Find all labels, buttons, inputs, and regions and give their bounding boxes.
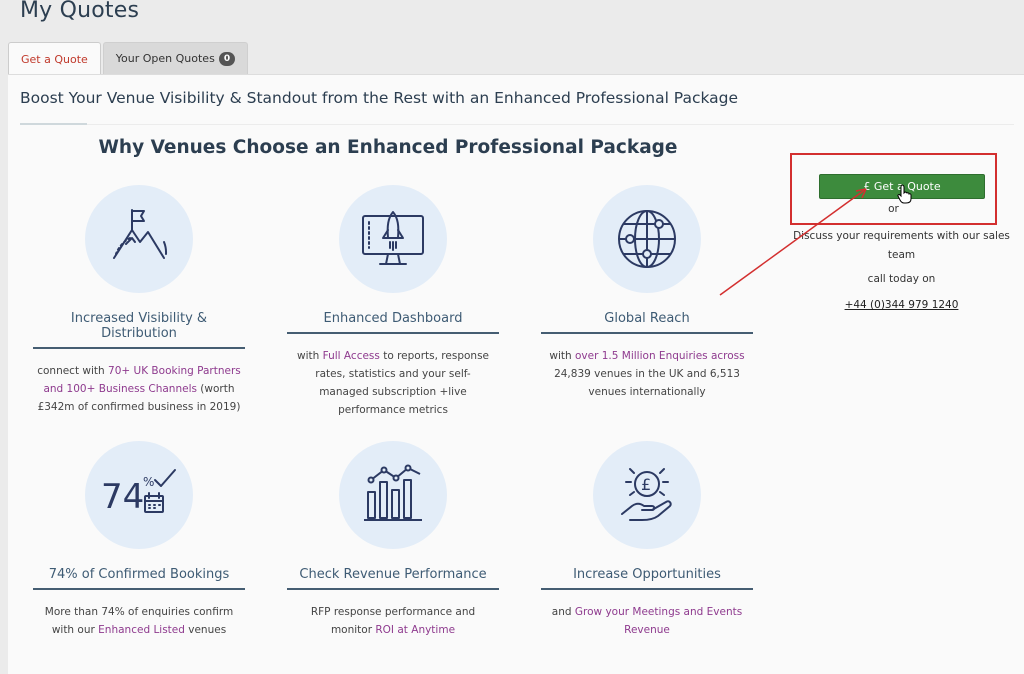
feature-revenue-performance: Check Revenue Performance RFP response p… <box>287 441 499 639</box>
or-text: or <box>888 203 899 215</box>
percent-calendar-icon: 74 % <box>85 441 193 549</box>
desc-highlight: Grow your Meetings and Events Revenue <box>574 606 743 636</box>
desc-text: connect with <box>37 365 109 377</box>
call-text: call today on <box>867 273 936 285</box>
percent-symbol: % <box>143 475 154 489</box>
feature-title: Increased Visibility & Distribution <box>33 311 245 349</box>
feature-title: Increase Opportunities <box>541 567 753 590</box>
desc-text: with <box>549 350 575 362</box>
tab-get-a-quote[interactable]: Get a Quote <box>8 42 101 75</box>
feature-description: More than 74% of enquiries confirm with … <box>33 603 245 639</box>
desc-text: and <box>551 606 575 618</box>
open-quotes-count-badge: 0 <box>218 51 236 66</box>
quote-panel: Boost Your Venue Visibility & Standout f… <box>8 74 1024 674</box>
page-title: My Quotes <box>20 0 140 23</box>
feature-title: Global Reach <box>541 311 753 334</box>
panel-headline: Boost Your Venue Visibility & Standout f… <box>20 89 739 107</box>
feature-confirmed-bookings: 74 % 74% of Confirmed Bookings More than… <box>33 441 245 639</box>
feature-description: connect with 70+ UK Booking Partners and… <box>33 362 245 416</box>
globe-icon <box>593 185 701 293</box>
desc-highlight: ROI at Anytime <box>375 624 456 636</box>
feature-dashboard: Enhanced Dashboard with Full Access to r… <box>287 185 499 419</box>
desc-highlight: Enhanced Listed <box>98 624 185 636</box>
feature-visibility: Increased Visibility & Distribution conn… <box>33 185 245 416</box>
discuss-text: Discuss your requirements with our sales… <box>793 230 1010 261</box>
feature-global-reach: Global Reach with over 1.5 Million Enqui… <box>541 185 753 401</box>
rocket-monitor-icon <box>339 185 447 293</box>
tab-bar: Get a Quote Your Open Quotes 0 <box>8 42 250 75</box>
tab-label: Your Open Quotes <box>115 52 215 65</box>
desc-text: venues <box>184 624 227 636</box>
desc-highlight: Full Access <box>322 350 380 362</box>
feature-title: 74% of Confirmed Bookings <box>33 567 245 590</box>
bar-chart-icon <box>339 441 447 549</box>
pound-hand-icon: £ <box>593 441 701 549</box>
tab-label: Get a Quote <box>21 52 88 66</box>
feature-description: RFP response performance and monitor ROI… <box>287 603 499 639</box>
desc-text: 24,839 venues in the UK and 6,513 venues… <box>554 368 740 398</box>
feature-title: Enhanced Dashboard <box>287 311 499 334</box>
section-title: Why Venues Choose an Enhanced Profession… <box>98 137 678 158</box>
divider <box>20 124 1014 125</box>
divider-accent <box>20 123 87 125</box>
hand-cursor-icon <box>897 184 912 204</box>
feature-description: and Grow your Meetings and Events Revenu… <box>541 603 753 639</box>
percent-number: 74 <box>101 477 144 517</box>
feature-description: with over 1.5 Million Enquiries across 2… <box>541 347 753 401</box>
phone-number-link[interactable]: +44 (0)344 979 1240 <box>845 299 959 311</box>
svg-text:£: £ <box>641 475 651 494</box>
feature-opportunities: £ Increase Opportunities and Grow your M… <box>541 441 753 639</box>
tab-your-open-quotes[interactable]: Your Open Quotes 0 <box>102 42 249 74</box>
feature-title: Check Revenue Performance <box>287 567 499 590</box>
feature-description: with Full Access to reports, response ra… <box>287 347 499 419</box>
mountain-flag-icon <box>85 185 193 293</box>
phone-link: +44 (0)344 979 1240 <box>790 299 1013 311</box>
desc-text: with <box>297 350 323 362</box>
desc-highlight: over 1.5 Million Enquiries across <box>575 350 745 362</box>
